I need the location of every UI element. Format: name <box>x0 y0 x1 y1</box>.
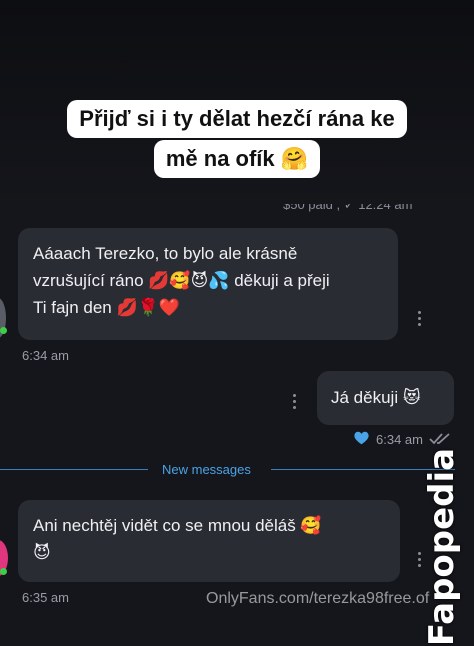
promo-caption: Přijď si i ty dělat hezčí rána ke mě na … <box>0 100 474 178</box>
message-time: 6:34 am <box>376 432 423 447</box>
caption-line-2: mě na ofík 🤗 <box>153 140 321 178</box>
online-status-dot <box>0 327 7 334</box>
message-text-line: 😈 <box>33 543 51 562</box>
message-text-line: Ti fajn den 💋🌹❤️ <box>33 298 180 317</box>
online-status-dot <box>0 568 7 575</box>
bottom-watermark: OnlyFans.com/terezka98free.of <box>206 590 430 607</box>
message-options-icon[interactable] <box>293 394 297 409</box>
message-bubble-incoming[interactable]: Aáaach Terezko, to bylo ale krásně vzruš… <box>18 228 398 340</box>
message-text-line: Aáaach Terezko, to bylo ale krásně <box>33 244 298 263</box>
message-text-line: Já děkuji 😻 <box>331 388 421 407</box>
message-text-line: Ani nechtěj vidět co se mnou děláš 🥰 <box>33 516 322 535</box>
double-check-icon <box>429 433 450 445</box>
caption-line-1: Přijď si i ty dělat hezčí rána ke <box>67 100 407 138</box>
message-options-icon[interactable] <box>418 311 422 326</box>
message-time: 6:35 am <box>22 590 69 605</box>
new-messages-divider: New messages <box>162 462 251 477</box>
message-bubble-outgoing[interactable]: Já děkuji 😻 <box>317 371 454 425</box>
message-text-line: vzrušující ráno 💋🥰😈💦 děkuji a přeji <box>33 271 330 290</box>
message-time: 6:34 am <box>22 348 69 363</box>
new-messages-divider-left <box>0 469 148 470</box>
heart-icon[interactable] <box>354 431 369 445</box>
message-bubble-incoming[interactable]: Ani nechtěj vidět co se mnou děláš 🥰 😈 <box>18 500 400 582</box>
previous-message-status: $50 paid , ✓ 12:24 am <box>283 204 413 212</box>
